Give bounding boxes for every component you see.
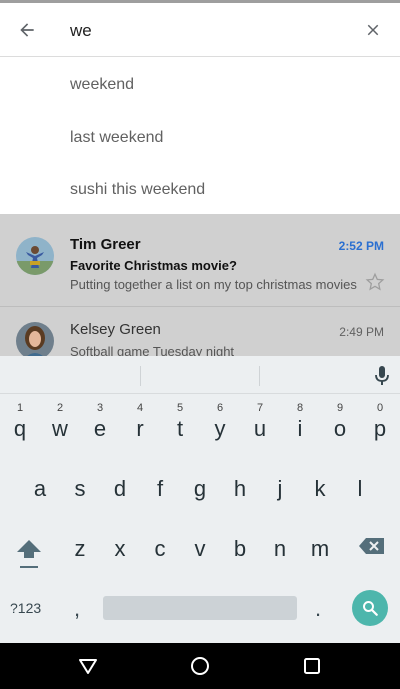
keyboard-suggestion-strip <box>0 356 400 394</box>
suggestion-item[interactable]: last weekend <box>70 129 163 147</box>
search-suggestions: weekend last weekend sushi this weekend <box>0 58 400 214</box>
period-key[interactable]: . <box>315 596 321 622</box>
suggestion-item[interactable]: sushi this weekend <box>70 181 205 199</box>
comma-key[interactable]: , <box>74 596 80 622</box>
mail-time: 2:49 PM <box>339 325 384 339</box>
key-p[interactable]: 0p <box>360 402 400 452</box>
circle-home-icon <box>191 657 209 675</box>
shift-key[interactable] <box>14 536 44 572</box>
system-nav-bar <box>0 643 400 689</box>
key-o[interactable]: 9o <box>320 402 360 452</box>
mail-row[interactable]: Tim Greer 2:52 PM Favorite Christmas mov… <box>0 214 400 306</box>
back-button[interactable] <box>12 15 42 45</box>
key-u[interactable]: 7u <box>240 402 280 452</box>
star-button[interactable] <box>364 271 386 293</box>
key-g[interactable]: g <box>180 462 220 512</box>
avatar <box>16 322 54 358</box>
key-k[interactable]: k <box>300 462 340 512</box>
mail-row[interactable]: Kelsey Green 2:49 PM Softball game Tuesd… <box>0 307 400 358</box>
mail-list: Tim Greer 2:52 PM Favorite Christmas mov… <box>0 214 400 358</box>
symbols-key[interactable]: ?123 <box>10 600 41 616</box>
mic-icon <box>375 366 389 385</box>
key-v[interactable]: v <box>180 522 220 572</box>
search-action-key[interactable] <box>352 590 388 626</box>
key-h[interactable]: h <box>220 462 260 512</box>
mail-snippet: Putting together a list on my top christ… <box>70 277 357 292</box>
search-icon <box>363 601 378 616</box>
key-n[interactable]: n <box>260 522 300 572</box>
mail-subject: Favorite Christmas movie? <box>70 258 237 273</box>
key-d[interactable]: d <box>100 462 140 512</box>
key-l[interactable]: l <box>340 462 380 512</box>
search-bar <box>0 3 400 57</box>
nav-recents-button[interactable] <box>300 654 324 678</box>
mail-time: 2:52 PM <box>338 239 384 253</box>
key-b[interactable]: b <box>220 522 260 572</box>
key-f[interactable]: f <box>140 462 180 512</box>
key-m[interactable]: m <box>300 522 340 572</box>
arrow-back-icon <box>20 23 34 37</box>
key-x[interactable]: x <box>100 522 140 572</box>
star-outline-icon <box>365 272 385 291</box>
strip-divider <box>259 366 260 386</box>
key-e[interactable]: 3e <box>80 402 120 452</box>
clear-search-button[interactable] <box>358 15 388 45</box>
search-input[interactable] <box>70 18 340 44</box>
key-z[interactable]: z <box>60 522 100 572</box>
backspace-key[interactable] <box>358 536 388 560</box>
suggestion-item[interactable]: weekend <box>70 76 134 94</box>
key-q[interactable]: 1q <box>0 402 40 452</box>
key-y[interactable]: 6y <box>200 402 240 452</box>
space-key[interactable] <box>103 596 297 620</box>
key-r[interactable]: 4r <box>120 402 160 452</box>
triangle-back-icon <box>79 659 97 674</box>
key-s[interactable]: s <box>60 462 100 512</box>
mail-sender: Tim Greer <box>70 236 141 253</box>
key-w[interactable]: 2w <box>40 402 80 452</box>
shift-icon <box>17 540 41 568</box>
voice-input-button[interactable] <box>370 364 394 388</box>
soft-keyboard: 1q 2w 3e 4r 5t 6y 7u 8i 9o 0p a s d f g … <box>0 356 400 643</box>
key-t[interactable]: 5t <box>160 402 200 452</box>
key-i[interactable]: 8i <box>280 402 320 452</box>
nav-back-button[interactable] <box>76 654 100 678</box>
key-c[interactable]: c <box>140 522 180 572</box>
strip-divider <box>140 366 141 386</box>
avatar <box>16 237 54 275</box>
close-icon <box>367 24 379 36</box>
nav-home-button[interactable] <box>188 654 212 678</box>
mail-sender: Kelsey Green <box>70 321 161 338</box>
backspace-icon <box>359 538 384 554</box>
key-a[interactable]: a <box>20 462 60 512</box>
key-j[interactable]: j <box>260 462 300 512</box>
square-recents-icon <box>304 658 320 674</box>
